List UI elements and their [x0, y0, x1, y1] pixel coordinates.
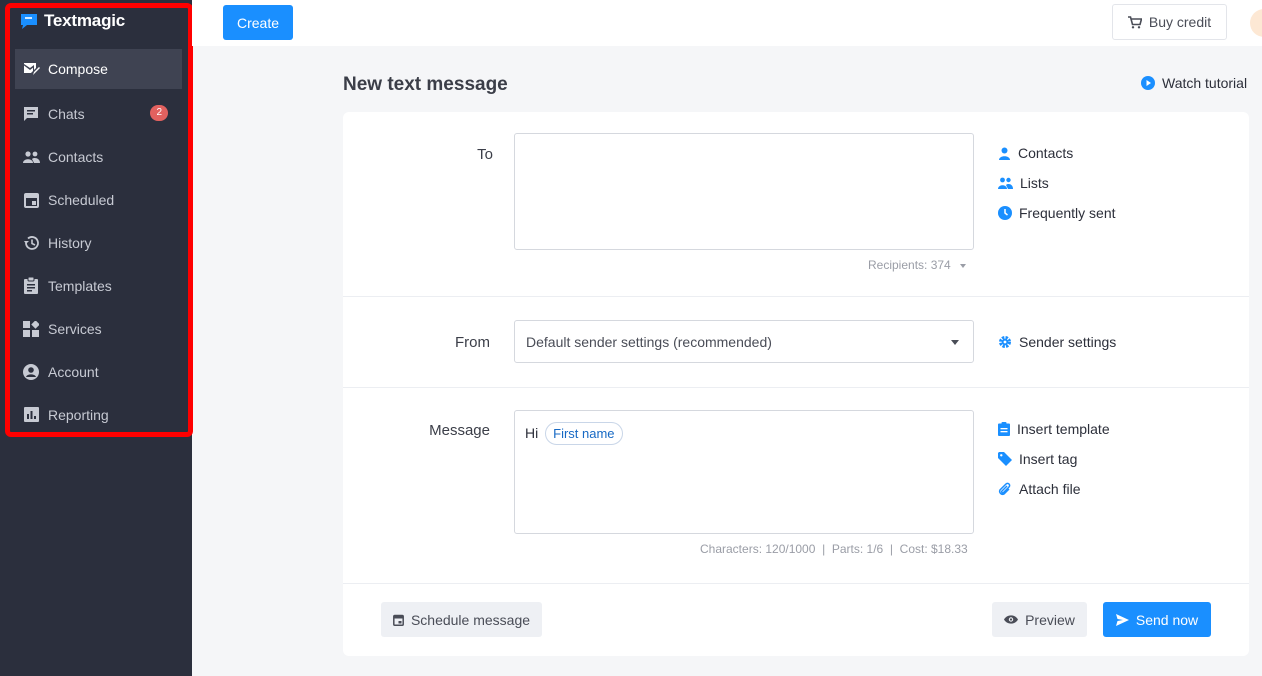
eye-icon	[1004, 615, 1019, 624]
sender-settings-link[interactable]: Sender settings	[998, 327, 1116, 357]
sender-select[interactable]: Default sender settings (recommended)	[514, 320, 974, 363]
schedule-message-button[interactable]: Schedule message	[381, 602, 542, 637]
preview-label: Preview	[1025, 611, 1075, 628]
message-textarea[interactable]: Hi First name	[514, 410, 974, 534]
frequently-sent-link[interactable]: Frequently sent	[998, 198, 1116, 228]
sender-select-value: Default sender settings (recommended)	[526, 333, 772, 350]
section-divider	[343, 296, 1249, 297]
lists-link[interactable]: Lists	[998, 168, 1116, 198]
highlight-box	[5, 3, 193, 437]
calendar-icon	[393, 614, 404, 626]
message-links: Insert template Insert tag Attach file	[998, 414, 1110, 504]
user-avatar[interactable]	[1250, 9, 1262, 37]
first-name-tag[interactable]: First name	[545, 422, 623, 445]
attach-file-label: Attach file	[1019, 481, 1081, 497]
sidebar: Textmagic Compose Chats 2 Contacts Sched…	[0, 0, 193, 676]
person-icon	[999, 147, 1010, 160]
recipients-count[interactable]: Recipients: 374	[868, 258, 967, 272]
insert-template-label: Insert template	[1017, 421, 1110, 437]
clock-icon	[998, 206, 1012, 220]
clipboard-icon	[998, 422, 1010, 436]
chevron-down-icon	[951, 340, 959, 345]
create-button[interactable]: Create	[223, 5, 293, 40]
gear-icon	[999, 336, 1011, 348]
to-label: To	[477, 146, 493, 163]
tag-icon	[998, 452, 1012, 466]
recipients-input[interactable]	[514, 133, 974, 250]
lists-link-label: Lists	[1020, 175, 1049, 191]
buy-credit-button[interactable]: Buy credit	[1112, 4, 1227, 40]
sender-settings-label: Sender settings	[1019, 334, 1117, 350]
watch-tutorial-link[interactable]: Watch tutorial	[1141, 75, 1247, 91]
cart-icon	[1127, 15, 1142, 28]
to-links: Contacts Lists Frequently sent	[998, 138, 1116, 228]
section-divider	[343, 583, 1249, 584]
buy-credit-label: Buy credit	[1148, 14, 1212, 30]
insert-template-link[interactable]: Insert template	[998, 414, 1110, 444]
top-bar: Create Buy credit	[192, 0, 1262, 46]
page-title: New text message	[343, 74, 508, 95]
group-icon	[998, 177, 1013, 189]
from-label: From	[455, 334, 490, 351]
compose-card: To Recipients: 374 Contacts Lists Freque…	[343, 112, 1249, 656]
from-links: Sender settings	[998, 327, 1116, 357]
message-label: Message	[429, 422, 490, 439]
chevron-down-icon	[960, 263, 967, 268]
schedule-message-label: Schedule message	[410, 611, 531, 628]
frequently-sent-label: Frequently sent	[1019, 205, 1116, 221]
message-text: Hi	[525, 425, 539, 441]
section-divider	[343, 387, 1249, 388]
play-circle-icon	[1141, 76, 1155, 90]
send-now-button[interactable]: Send now	[1103, 602, 1211, 637]
contacts-link[interactable]: Contacts	[998, 138, 1116, 168]
contacts-link-label: Contacts	[1018, 145, 1074, 161]
insert-tag-label: Insert tag	[1019, 451, 1078, 467]
watch-tutorial-label: Watch tutorial	[1162, 75, 1248, 91]
insert-tag-link[interactable]: Insert tag	[998, 444, 1110, 474]
send-now-label: Send now	[1135, 611, 1199, 628]
recipients-count-text: Recipients: 374	[868, 258, 951, 272]
paperclip-icon	[998, 482, 1011, 496]
preview-button[interactable]: Preview	[992, 602, 1087, 637]
send-icon	[1115, 613, 1129, 626]
message-stats: Characters: 120/1000 | Parts: 1/6 | Cost…	[700, 542, 968, 556]
attach-file-link[interactable]: Attach file	[998, 474, 1110, 504]
